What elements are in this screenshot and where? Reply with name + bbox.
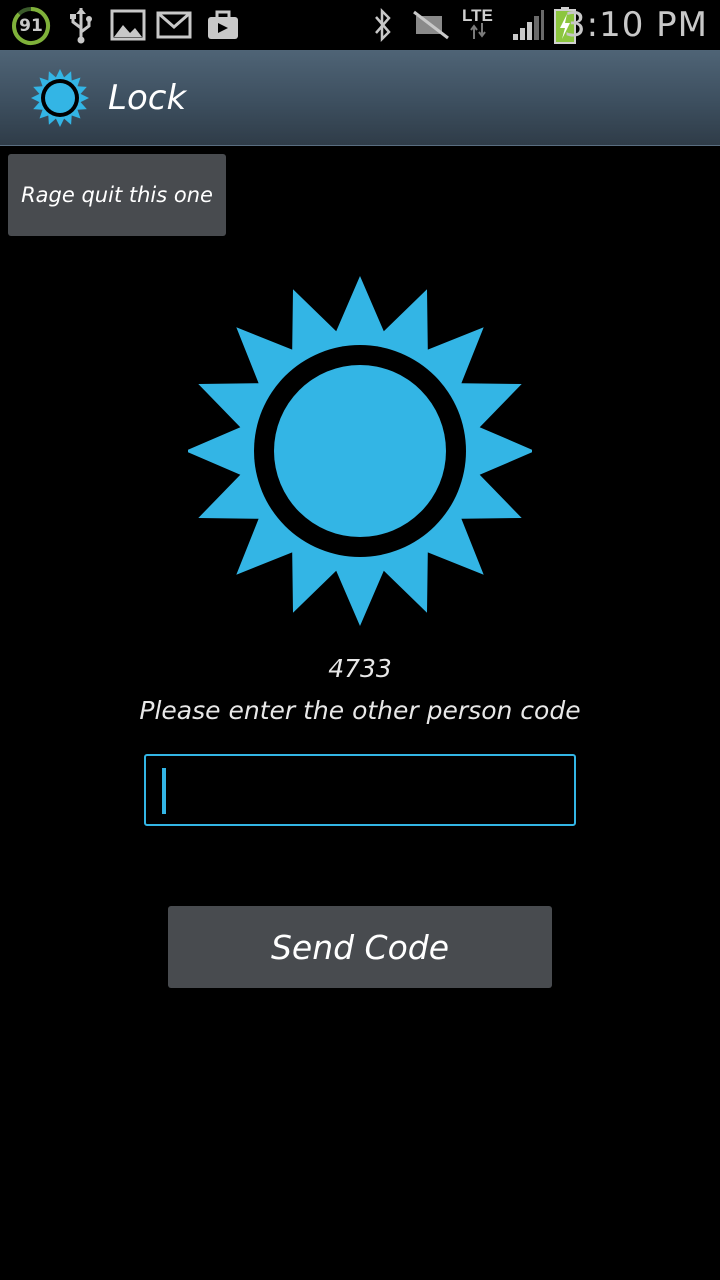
rage-quit-button[interactable]: Rage quit this one <box>8 154 226 236</box>
bluetooth-icon <box>368 0 398 50</box>
signal-icon <box>510 0 546 50</box>
send-code-button[interactable]: Send Code <box>168 906 552 988</box>
code-input-field[interactable] <box>144 754 576 826</box>
app-title: Lock <box>108 77 187 118</box>
status-bar: 91 LTE 3:10 PM <box>0 0 720 50</box>
action-bar: Lock <box>0 50 720 146</box>
status-clock: 3:10 PM <box>564 5 708 45</box>
battery-level-icon: 91 <box>11 6 51 46</box>
user-code: 4733 <box>328 654 392 683</box>
battery-percent-text: 91 <box>19 16 43 36</box>
sun-icon[interactable] <box>31 69 89 127</box>
briefcase-icon <box>204 0 244 50</box>
usb-icon <box>64 0 98 50</box>
mute-icon <box>410 0 452 50</box>
data-arrows-icon <box>468 18 488 44</box>
code-input[interactable] <box>146 756 574 824</box>
email-icon <box>154 0 194 50</box>
instruction-text: Please enter the other person code <box>139 696 581 725</box>
sun-graphic-icon <box>185 276 535 626</box>
gallery-icon <box>108 0 148 50</box>
